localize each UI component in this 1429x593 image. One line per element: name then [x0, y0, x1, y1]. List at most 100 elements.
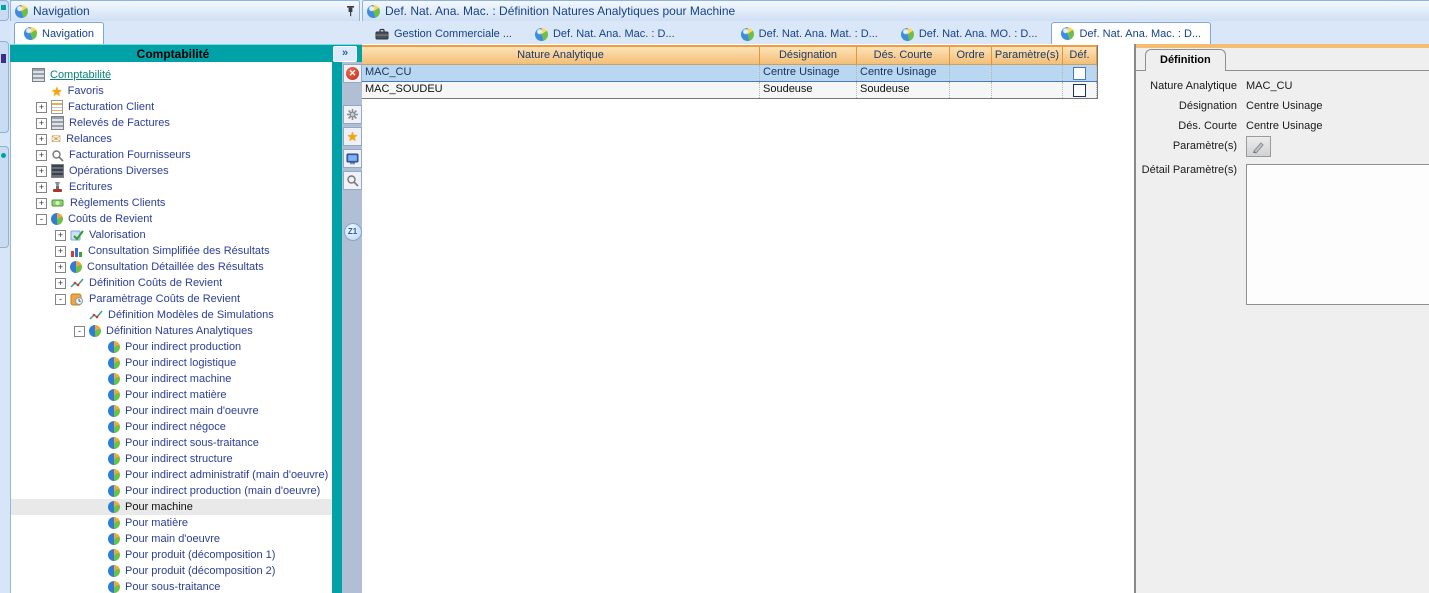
barchart-icon — [70, 245, 83, 258]
calculator-icon — [32, 68, 45, 82]
tree-item[interactable]: Pour indirect production (main d'oeuvre) — [11, 483, 332, 499]
tree-item[interactable]: ★ Favoris — [11, 83, 332, 99]
grid-cell-def[interactable] — [1063, 65, 1097, 81]
screen-button[interactable] — [343, 149, 362, 168]
tree-item[interactable]: Pour indirect main d'oeuvre — [11, 403, 332, 419]
tree-item[interactable]: Pour indirect logistique — [11, 355, 332, 371]
expand-toggle[interactable]: - — [55, 294, 66, 305]
z1-icon: Z1 — [344, 223, 362, 241]
tree-item[interactable]: Pour indirect matière — [11, 387, 332, 403]
tree-item[interactable]: Définition Modèles de Simulations — [11, 307, 332, 323]
tree-item[interactable]: Pour main d'oeuvre — [11, 531, 332, 547]
tree-item[interactable]: + Définition Coûts de Revient — [11, 275, 332, 291]
collapsed-dock-tab[interactable] — [0, 41, 9, 133]
params-button[interactable] — [343, 105, 362, 124]
tree-item[interactable]: Pour matière — [11, 515, 332, 531]
expand-toggle[interactable]: + — [36, 102, 47, 113]
tree-item[interactable]: Pour indirect structure — [11, 451, 332, 467]
grid-cell[interactable] — [950, 65, 992, 81]
pie-icon — [108, 581, 120, 593]
document-tab[interactable]: Gestion Commerciale ... — [366, 24, 521, 44]
tree-item[interactable]: - Coûts de Revient — [11, 211, 332, 227]
expand-toggle[interactable]: + — [55, 230, 66, 241]
tab-definition[interactable]: Définition — [1145, 49, 1226, 71]
tree-item[interactable]: + Valorisation — [11, 227, 332, 243]
grid-row[interactable]: MAC_SOUDEUSoudeuseSoudeuse — [362, 82, 1097, 99]
tree-item[interactable]: Pour indirect machine — [11, 371, 332, 387]
tree-item[interactable]: Pour machine — [11, 499, 332, 515]
expand-toggle[interactable]: + — [36, 198, 47, 209]
tree-item[interactable]: Pour indirect production — [11, 339, 332, 355]
tree-item[interactable]: + ✉ Relances — [11, 131, 332, 147]
grid-column-header[interactable]: Nature Analytique — [362, 47, 760, 64]
expand-toggle[interactable]: - — [36, 214, 47, 225]
grid-cell[interactable] — [992, 65, 1063, 81]
grid-cell[interactable]: Soudeuse — [857, 82, 950, 98]
document-tab[interactable]: Def. Nat. Ana. MO. : D... — [892, 24, 1047, 44]
tree-item[interactable]: Pour produit (décomposition 1) — [11, 547, 332, 563]
search-button[interactable] — [343, 171, 362, 190]
expand-toggle[interactable]: + — [36, 150, 47, 161]
expand-toggle[interactable]: + — [36, 166, 47, 177]
collapsed-dock-tab[interactable] — [0, 146, 9, 248]
tree-item[interactable]: + Consultation Détaillée des Résultats — [11, 259, 332, 275]
tab-navigation[interactable]: Navigation — [14, 22, 104, 44]
grid-cell[interactable]: MAC_SOUDEU — [362, 82, 760, 98]
document-tab[interactable]: Def. Nat. Ana. Mac. : D... — [526, 24, 684, 44]
panel-accent-strip — [1136, 44, 1429, 48]
grid-column-header[interactable]: Désignation — [760, 47, 857, 64]
tree-item[interactable]: - Définition Natures Analytiques — [11, 323, 332, 339]
grid-column-header[interactable]: Déf. — [1063, 47, 1097, 64]
grid-cell[interactable]: MAC_CU — [362, 65, 760, 81]
tree-item[interactable]: Pour indirect sous-traitance — [11, 435, 332, 451]
grid-cell[interactable]: Soudeuse — [760, 82, 857, 98]
def-checkbox[interactable] — [1073, 67, 1086, 80]
tree-item[interactable]: + Relevés de Factures — [11, 115, 332, 131]
detail-parameters-box[interactable] — [1246, 164, 1429, 305]
expand-toggle[interactable]: + — [36, 134, 47, 145]
star-icon: ★ — [51, 85, 63, 98]
tree-item[interactable]: Pour sous-traitance — [11, 579, 332, 593]
zoom-z1-button[interactable]: Z1 — [343, 222, 362, 241]
params-edit-button[interactable] — [1246, 136, 1271, 157]
tree-item[interactable]: Pour produit (décomposition 2) — [11, 563, 332, 579]
tree-item[interactable]: Comptabilité — [11, 67, 332, 83]
grid-cell-def[interactable] — [1063, 82, 1097, 98]
navigation-tree: Comptabilité ★ Favoris + Facturation Cli… — [10, 62, 332, 593]
grid-column-header[interactable]: Ordre — [950, 47, 992, 64]
def-checkbox[interactable] — [1073, 84, 1086, 97]
expand-toggle[interactable]: + — [55, 262, 66, 273]
grid-cell[interactable]: Centre Usinage — [857, 65, 950, 81]
tree-item[interactable]: + Facturation Client — [11, 99, 332, 115]
grid-cell[interactable] — [950, 82, 992, 98]
pie-icon — [108, 469, 120, 481]
grid-column-header[interactable]: Dés. Courte — [857, 47, 950, 64]
expand-toggle[interactable]: + — [55, 246, 66, 257]
collapse-group-button[interactable]: » — [333, 46, 357, 62]
close-button[interactable]: ✕ — [343, 64, 362, 83]
grid-column-header[interactable]: Paramètre(s) — [992, 47, 1063, 64]
tree-item[interactable]: + Règlements Clients — [11, 195, 332, 211]
document-tab[interactable]: Def. Nat. Ana. Mat. : D... — [732, 24, 887, 44]
tree-item[interactable]: - Paramètrage Coûts de Revient — [11, 291, 332, 307]
tree-item[interactable]: + Consultation Simplifiée des Résultats — [11, 243, 332, 259]
document-tab[interactable]: Def. Nat. Ana. Mac. : D... — [1051, 22, 1211, 44]
grid-cell[interactable] — [992, 82, 1063, 98]
field-value: MAC_CU — [1246, 80, 1292, 92]
tree-item[interactable]: Pour indirect négoce — [11, 419, 332, 435]
expand-toggle[interactable]: + — [36, 182, 47, 193]
pie-icon — [108, 517, 120, 529]
grid-row[interactable]: MAC_CUCentre UsinageCentre Usinage — [362, 65, 1097, 82]
pin-icon[interactable] — [346, 5, 355, 17]
tree-item[interactable]: + Facturation Fournisseurs — [11, 147, 332, 163]
envelope-icon: ✉ — [51, 133, 61, 145]
tree-item[interactable]: Pour indirect administratif (main d'oeuv… — [11, 467, 332, 483]
tree-item[interactable]: + Opérations Diverses — [11, 163, 332, 179]
grid-cell[interactable]: Centre Usinage — [760, 65, 857, 81]
expand-toggle[interactable]: + — [36, 118, 47, 129]
tree-item[interactable]: + Ecritures — [11, 179, 332, 195]
expand-toggle[interactable]: - — [74, 326, 85, 337]
expand-toggle[interactable]: + — [55, 278, 66, 289]
collapsed-dock-tab[interactable] — [0, 0, 9, 21]
favorites-button[interactable]: ★ — [343, 127, 362, 146]
